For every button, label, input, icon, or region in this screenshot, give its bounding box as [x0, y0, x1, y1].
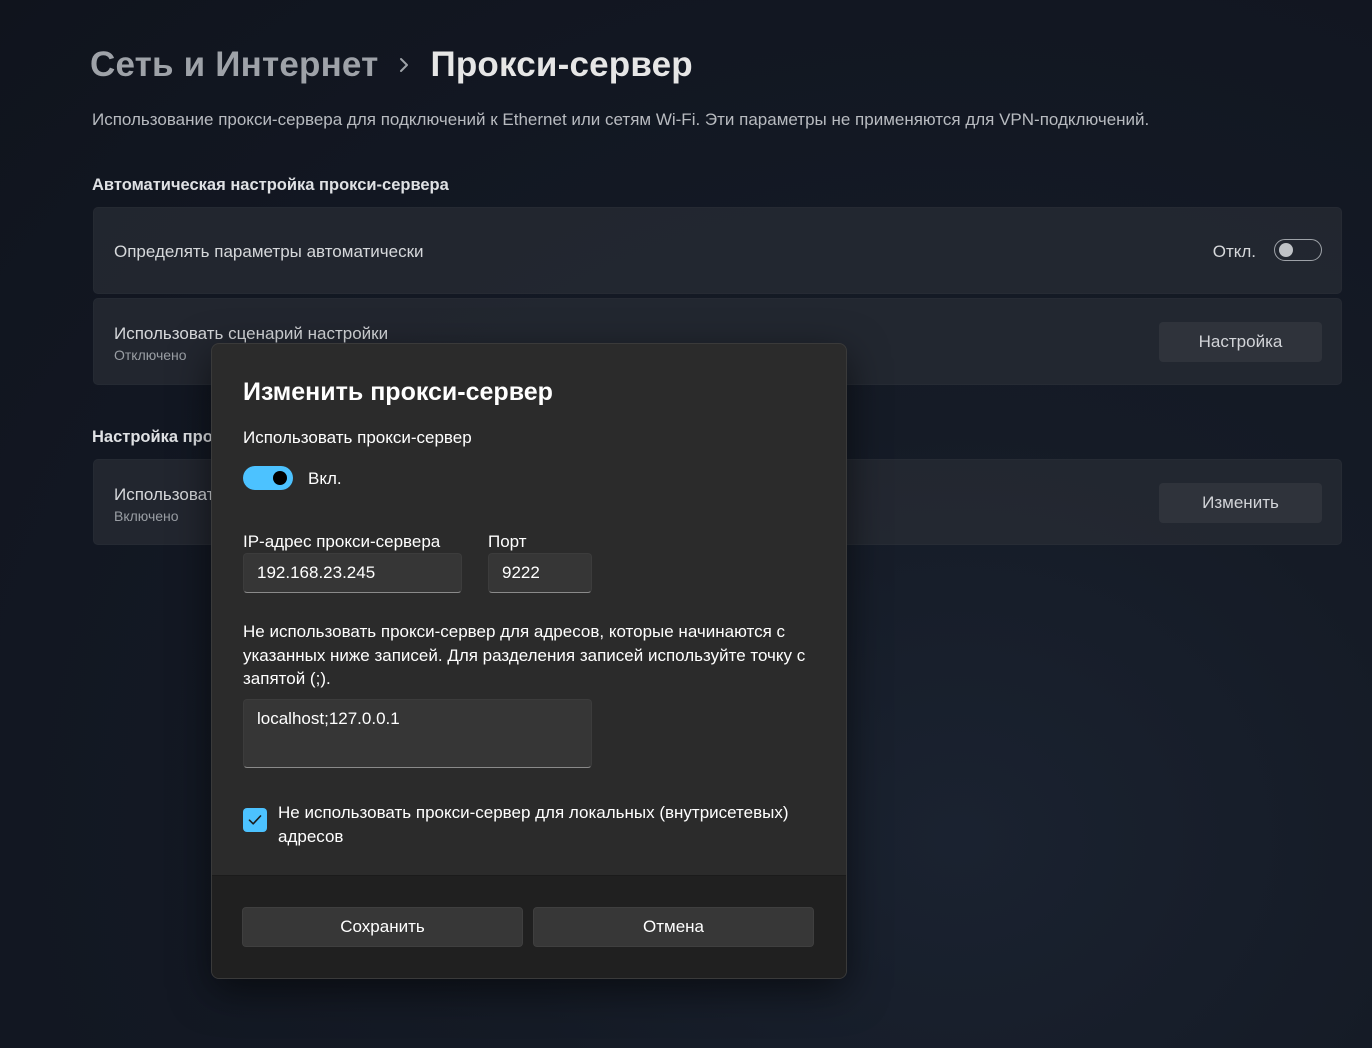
- auto-detect-state-label: Откл.: [1212, 242, 1256, 261]
- toggle-knob: [273, 471, 287, 485]
- port-input[interactable]: 9222: [488, 553, 592, 593]
- use-proxy-label: Использовать прокси-сервер: [243, 428, 472, 447]
- auto-detect-title: Определять параметры автоматически: [114, 242, 424, 261]
- ip-address-input[interactable]: 192.168.23.245: [243, 553, 462, 593]
- use-proxy-toggle-label: Вкл.: [308, 469, 342, 488]
- auto-detect-card: Определять параметры автоматически Откл.: [93, 207, 1342, 294]
- breadcrumb: Сеть и Интернет Прокси-сервер: [90, 40, 693, 90]
- edit-proxy-dialog: Изменить прокси-сервер Использовать прок…: [211, 343, 847, 979]
- dialog-footer: Сохранить Отмена: [212, 875, 846, 978]
- ip-address-label: IP-адрес прокси-сервера: [243, 532, 441, 551]
- edit-proxy-button[interactable]: Изменить: [1159, 483, 1322, 523]
- setup-script-title: Использовать сценарий настройки: [114, 324, 389, 343]
- page-description: Использование прокси-сервера для подключ…: [92, 110, 1150, 129]
- local-bypass-checkbox[interactable]: [243, 808, 267, 832]
- dialog-title: Изменить прокси-сервер: [243, 378, 553, 406]
- port-label: Порт: [488, 532, 527, 551]
- local-bypass-label[interactable]: Не использовать прокси-сервер для локаль…: [278, 801, 818, 849]
- cancel-button[interactable]: Отмена: [533, 907, 814, 947]
- manual-proxy-status: Включено: [114, 508, 179, 524]
- use-proxy-toggle[interactable]: [243, 466, 293, 490]
- auto-section-heading: Автоматическая настройка прокси-сервера: [92, 176, 449, 194]
- setup-script-button[interactable]: Настройка: [1159, 322, 1322, 362]
- manual-proxy-title: Использоват: [114, 485, 215, 504]
- auto-detect-toggle[interactable]: [1274, 239, 1322, 261]
- toggle-knob: [1279, 243, 1293, 257]
- chevron-right-icon: [378, 55, 430, 75]
- page-title: Прокси-сервер: [430, 45, 693, 84]
- exceptions-description: Не использовать прокси-сервер для адресо…: [243, 622, 806, 688]
- manual-section-heading: Настройка про: [92, 428, 213, 446]
- checkmark-icon: [248, 815, 262, 825]
- save-button[interactable]: Сохранить: [242, 907, 523, 947]
- setup-script-status: Отключено: [114, 347, 187, 363]
- exceptions-textarea[interactable]: localhost;127.0.0.1: [243, 699, 592, 768]
- breadcrumb-parent[interactable]: Сеть и Интернет: [90, 45, 378, 85]
